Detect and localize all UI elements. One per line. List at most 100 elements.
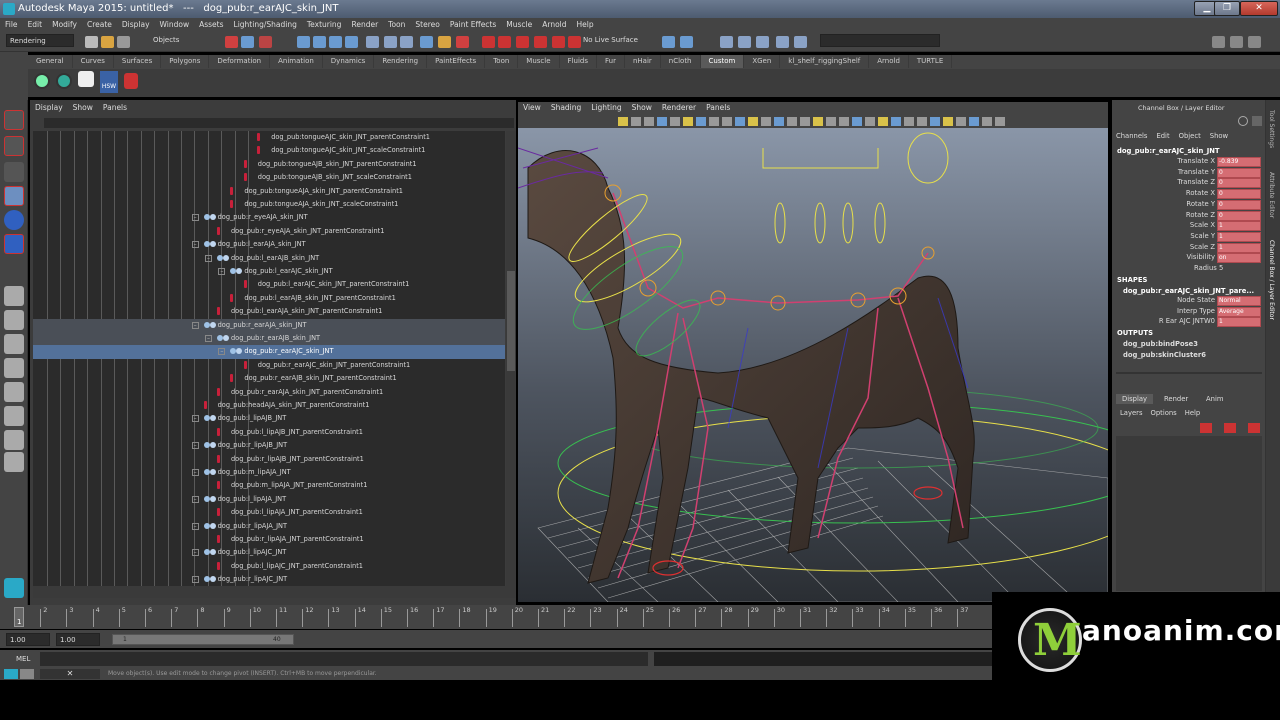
viewport-tool-icon[interactable] xyxy=(800,117,810,126)
select-hierarchy-icon[interactable] xyxy=(225,36,238,48)
layout-outliner-icon[interactable] xyxy=(4,334,24,354)
hsw-button[interactable]: HSW xyxy=(100,71,118,93)
channel-menu-object[interactable]: Object xyxy=(1179,132,1201,140)
channel-attr-value[interactable]: 1 xyxy=(1217,221,1261,232)
outliner-row[interactable]: dog_pub:r_lipAJA_JNT_parentConstraint1 xyxy=(33,533,505,546)
shelf-tab-turtle[interactable]: TURTLE xyxy=(909,55,953,68)
output-skincluster[interactable]: dog_pub:skinCluster6 xyxy=(1123,351,1206,359)
layer-menu-help[interactable]: Help xyxy=(1185,409,1201,417)
shape-attr-value[interactable]: 1 xyxy=(1217,317,1261,328)
channel-attr-value[interactable]: -0.839 xyxy=(1217,157,1261,167)
outliner-menu-panels[interactable]: Panels xyxy=(98,102,132,113)
shape-attr-name[interactable]: Interp Type xyxy=(1177,307,1215,315)
outliner-row[interactable]: – dog_pub:l_earAJA_skin_JNT xyxy=(33,238,505,251)
panel-layout-5-icon[interactable] xyxy=(794,36,807,48)
panel-layout-icon[interactable] xyxy=(720,36,733,48)
channel-attr-value[interactable]: on xyxy=(1217,253,1261,264)
layout-graph-icon[interactable] xyxy=(4,358,24,378)
tab-attribute-editor[interactable]: Attribute Editor xyxy=(1268,172,1275,218)
outliner-row[interactable]: dog_pub:r_earAJC_skin_JNT_parentConstrai… xyxy=(33,359,505,372)
menu-texturing[interactable]: Texturing xyxy=(302,18,347,29)
outliner-row[interactable]: dog_pub:r_lipAJB_JNT_parentConstraint1 xyxy=(33,453,505,466)
expand-toggle-icon[interactable]: – xyxy=(191,549,199,557)
paint-select-tool-icon[interactable] xyxy=(4,162,24,182)
viewport-tool-icon[interactable] xyxy=(761,117,771,126)
viewport-tool-icon[interactable] xyxy=(995,117,1005,126)
viewport-tool-icon[interactable] xyxy=(683,117,693,126)
outliner-row[interactable]: dog_pub:l_earAJC_skin_JNT_parentConstrai… xyxy=(33,278,505,291)
outliner-row[interactable]: – dog_pub:r_lipAJB_JNT xyxy=(33,439,505,452)
channel-menu-show[interactable]: Show xyxy=(1210,132,1228,140)
viewport-tool-icon[interactable] xyxy=(969,117,979,126)
outliner-row[interactable]: dog_pub:m_lipAJA_JNT_parentConstraint1 xyxy=(33,479,505,492)
outliner-row[interactable]: dog_pub:tongueAJC_skin_JNT_scaleConstrai… xyxy=(33,144,505,157)
viewport-tool-icon[interactable] xyxy=(852,117,862,126)
menu-create[interactable]: Create xyxy=(82,18,117,29)
viewport-menu-show[interactable]: Show xyxy=(627,102,657,113)
shelf-tab-fluids[interactable]: Fluids xyxy=(560,55,597,68)
outliner-row[interactable]: – dog_pub:r_lipAJC_JNT xyxy=(33,573,505,586)
expand-toggle-icon[interactable]: – xyxy=(191,415,199,423)
menu-painteffects[interactable]: Paint Effects xyxy=(445,18,501,29)
snap-curve-icon[interactable] xyxy=(313,36,326,48)
menu-lightingshading[interactable]: Lighting/Shading xyxy=(229,18,302,29)
expand-toggle-icon[interactable]: – xyxy=(191,469,199,476)
menu-help[interactable]: Help xyxy=(572,18,599,29)
script-editor-icon[interactable] xyxy=(4,669,18,679)
outliner-row[interactable]: – dog_pub:r_earAJB_skin_JNT xyxy=(33,332,505,346)
channel-attr-name[interactable]: Visibility xyxy=(1187,253,1216,261)
outliner-row[interactable]: dog_pub:headAJA_skin_JNT_parentConstrain… xyxy=(33,399,505,412)
outliner-row[interactable]: dog_pub:tongueAJB_skin_JNT_scaleConstrai… xyxy=(33,171,505,184)
menu-window[interactable]: Window xyxy=(155,18,195,29)
outliner-row[interactable]: dog_pub:l_earAJA_skin_JNT_parentConstrai… xyxy=(33,305,505,318)
current-frame-marker[interactable]: 1 xyxy=(14,607,24,627)
close-helpline-icon[interactable]: ✕ xyxy=(40,669,100,679)
shelf-tab-rendering[interactable]: Rendering xyxy=(374,55,428,68)
channel-attr-value[interactable]: 0 xyxy=(1217,167,1261,178)
panel-layout-4-icon[interactable] xyxy=(776,36,789,48)
shelf-tab-polygons[interactable]: Polygons xyxy=(161,55,210,68)
shelf-tool-1-icon[interactable] xyxy=(34,73,50,89)
viewport-tool-icon[interactable] xyxy=(839,117,849,126)
shelf-tab-arnold[interactable]: Arnold xyxy=(869,55,909,68)
range-slider-bar[interactable]: 1 40 xyxy=(112,634,294,645)
channel-attr-name[interactable]: Rotate Z xyxy=(1186,211,1215,219)
outliner-row[interactable]: dog_pub:r_earAJA_skin_JNT_parentConstrai… xyxy=(33,386,505,399)
outliner-vertical-scrollbar[interactable] xyxy=(506,131,516,586)
layout-persp-icon[interactable] xyxy=(4,430,24,450)
shelf-tab-custom[interactable]: Custom xyxy=(700,55,745,68)
viewport-tool-icon[interactable] xyxy=(865,117,875,126)
sidebar-toggle-icon[interactable] xyxy=(1212,36,1225,48)
shelf-tab-general[interactable]: General xyxy=(28,55,73,68)
layer-tab-anim[interactable]: Anim xyxy=(1200,394,1229,404)
magnet-3-icon[interactable] xyxy=(516,36,529,48)
outliner-filter-field[interactable] xyxy=(44,118,514,128)
shelf-tool-3-icon[interactable] xyxy=(78,71,94,87)
menu-muscle[interactable]: Muscle xyxy=(501,18,537,29)
shelf-tab-toon[interactable]: Toon xyxy=(485,55,519,68)
viewport-tool-icon[interactable] xyxy=(657,117,667,126)
channel-attr-value[interactable]: 0 xyxy=(1217,210,1261,221)
sidebar-toggle-2-icon[interactable] xyxy=(1230,36,1243,48)
outliner-row[interactable]: dog_pub:tongueAJA_skin_JNT_parentConstra… xyxy=(33,185,505,198)
shelf-tool-5-icon[interactable] xyxy=(124,73,138,89)
channel-attr-name[interactable]: Scale Y xyxy=(1190,232,1215,240)
viewport-tool-icon[interactable] xyxy=(735,117,745,126)
select-component-icon[interactable] xyxy=(259,36,272,48)
menu-toon[interactable]: Toon xyxy=(383,18,410,29)
live-surface-label[interactable]: No Live Surface xyxy=(580,34,650,47)
tab-tool-settings[interactable]: Tool Settings xyxy=(1268,110,1275,148)
menu-assets[interactable]: Assets xyxy=(194,18,228,29)
outliner-row[interactable]: dog_pub:r_eyeAJA_skin_JNT_parentConstrai… xyxy=(33,225,505,238)
select-object-icon[interactable] xyxy=(241,36,254,48)
channel-attr-name[interactable]: Rotate X xyxy=(1186,189,1215,197)
outliner-row[interactable]: – dog_pub:l_earAJB_skin_JNT xyxy=(33,252,505,265)
outliner-row[interactable]: dog_pub:tongueAJC_skin_JNT_parentConstra… xyxy=(33,131,505,144)
outliner-scroll-thumb[interactable] xyxy=(507,271,515,371)
viewport-tool-icon[interactable] xyxy=(631,117,641,126)
viewport-tool-icon[interactable] xyxy=(826,117,836,126)
outliner-row[interactable]: – dog_pub:r_earAJA_skin_JNT xyxy=(33,318,505,332)
output-bindpose[interactable]: dog_pub:bindPose3 xyxy=(1123,340,1198,348)
viewport-menu-renderer[interactable]: Renderer xyxy=(657,102,701,113)
viewport-tool-icon[interactable] xyxy=(943,117,953,126)
